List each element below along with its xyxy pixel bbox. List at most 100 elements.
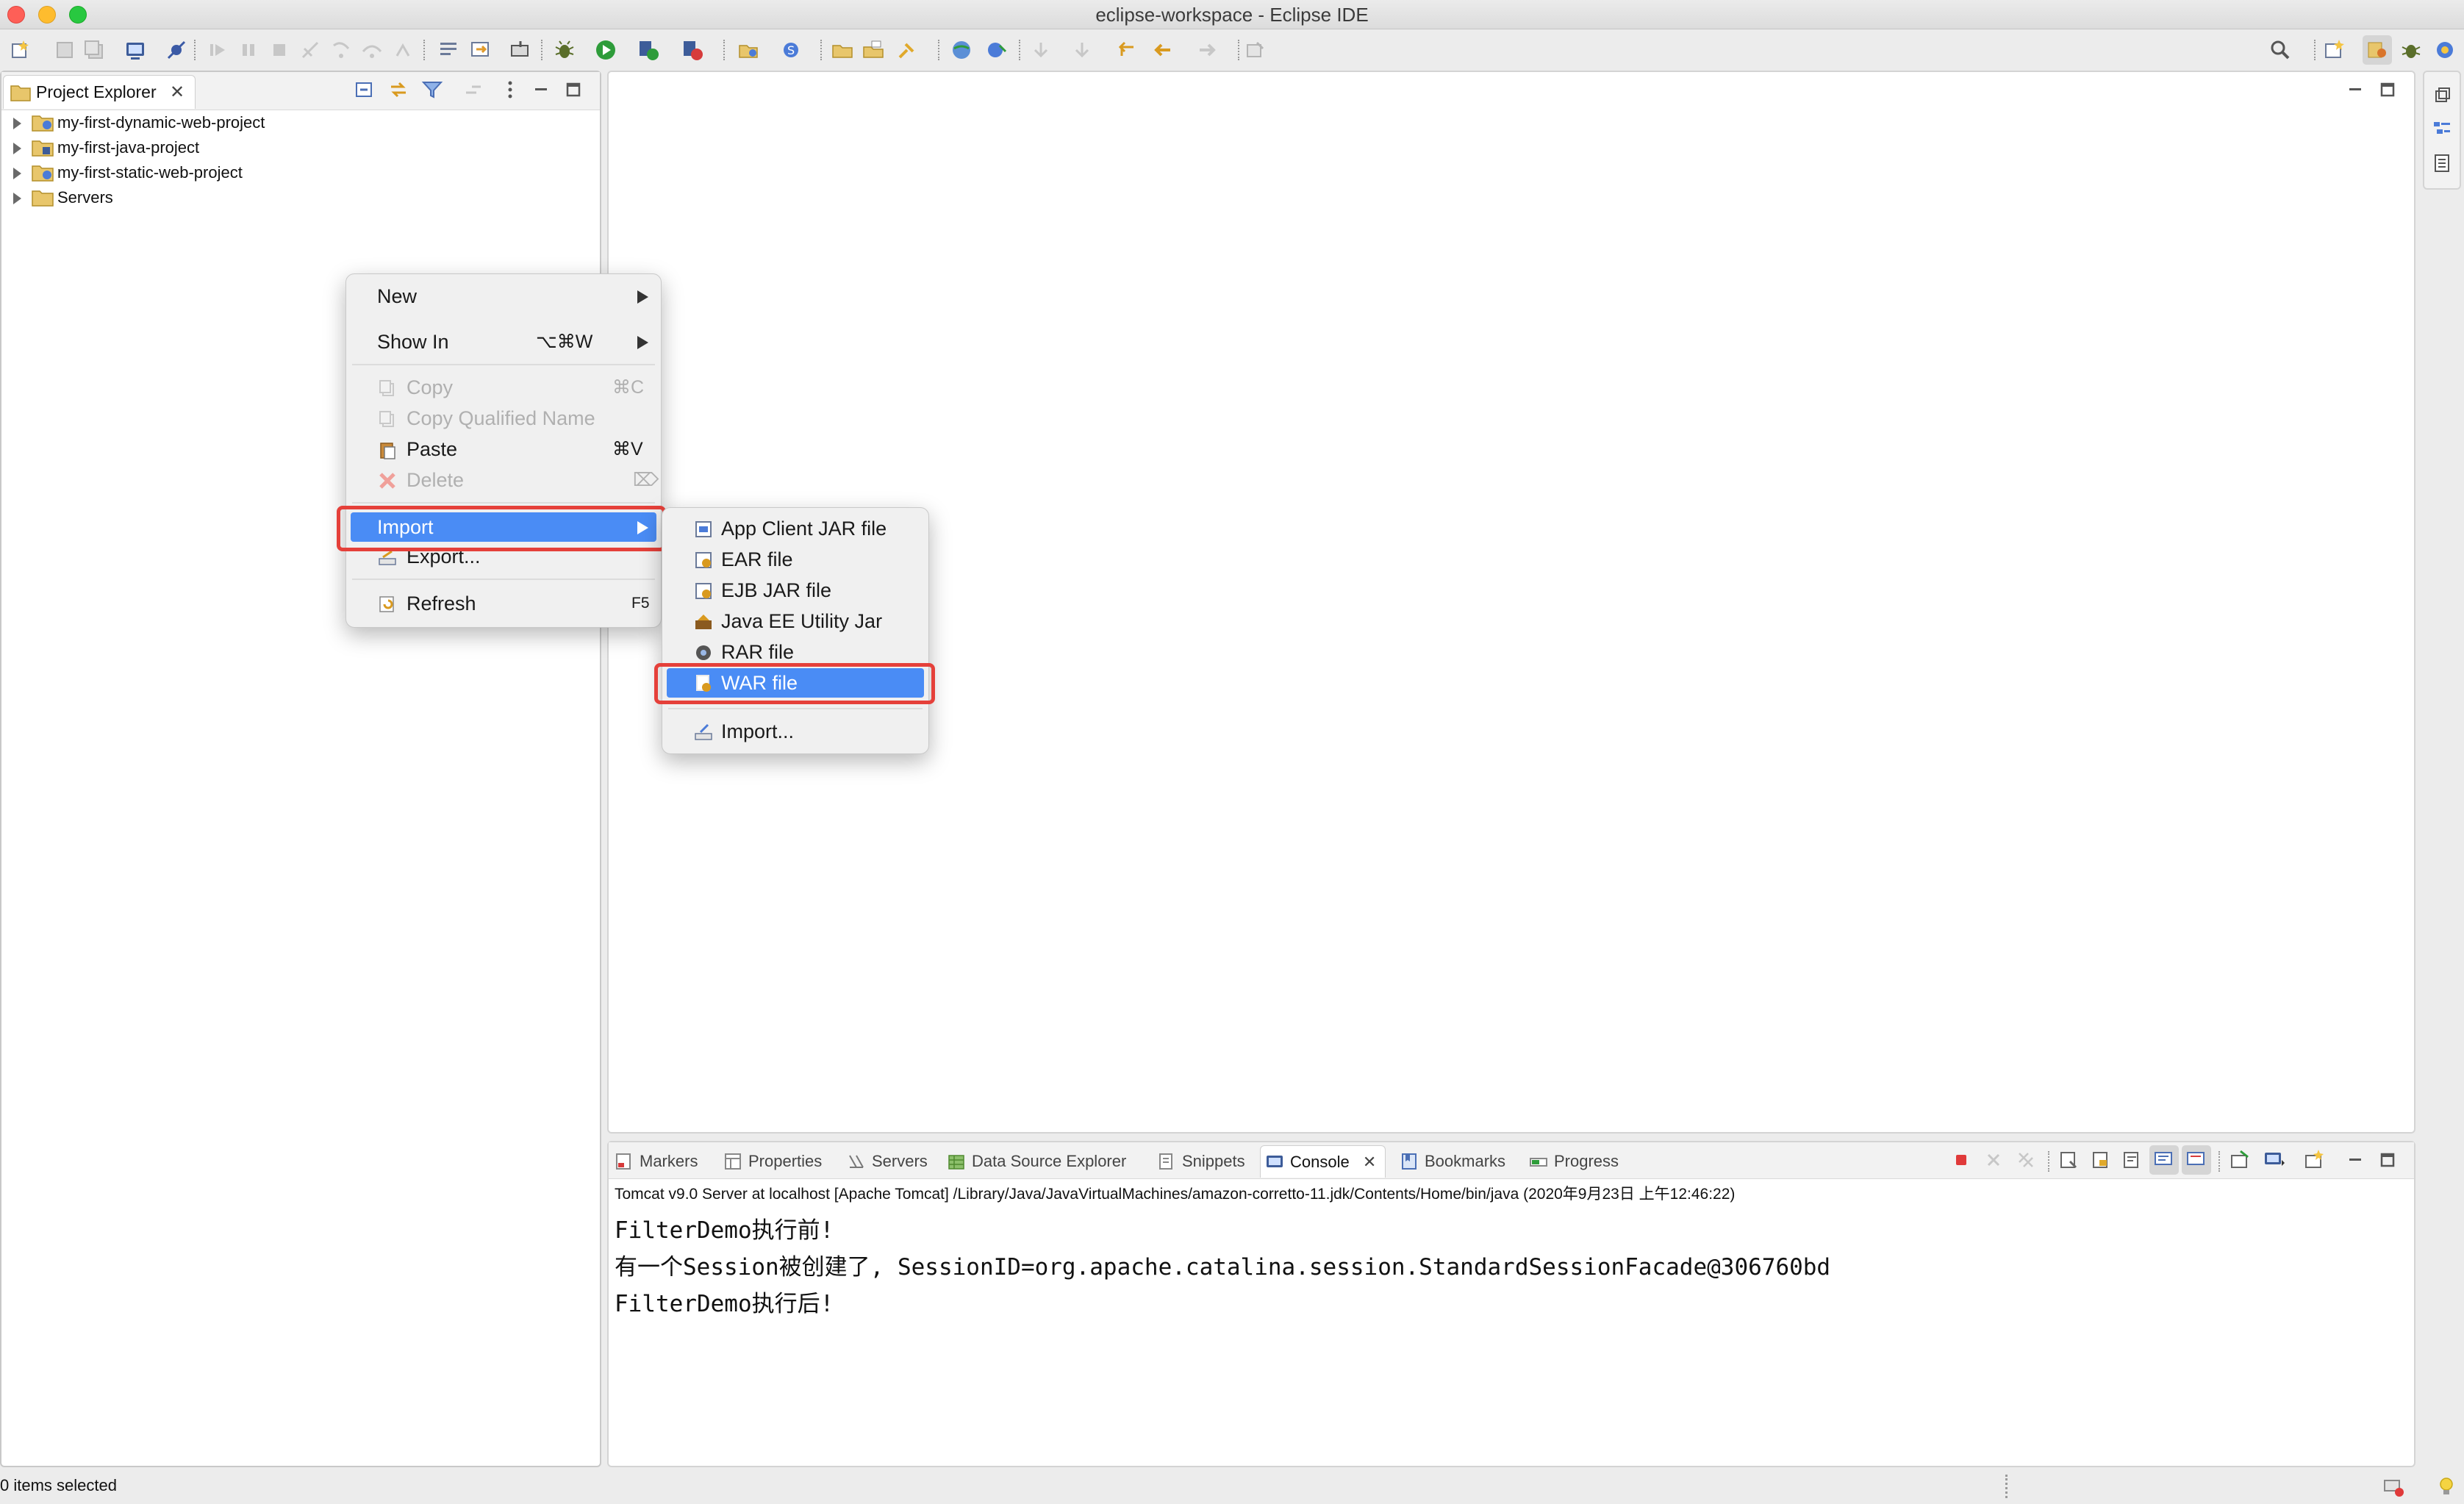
import-submenu: App Client JAR file EAR file EJB JAR fil… — [662, 507, 929, 754]
menu-item-delete[interactable]: Delete ⌦ — [351, 465, 659, 495]
main-toolbar: S — [0, 29, 2464, 71]
menu-item-new[interactable]: New — [351, 282, 656, 311]
menu-item-show-in[interactable]: Show In ⌥⌘W — [351, 327, 656, 357]
resume-icon[interactable] — [203, 35, 232, 65]
disconnect-icon[interactable] — [296, 35, 325, 65]
open-perspective-web-icon[interactable] — [947, 35, 976, 65]
forward-icon[interactable] — [1192, 35, 1222, 65]
display-selected-console-icon[interactable] — [2260, 1145, 2289, 1175]
filter-icon[interactable] — [418, 75, 447, 104]
git-perspective-icon[interactable] — [2430, 35, 2460, 65]
new-server-icon[interactable]: S — [778, 35, 807, 65]
close-icon[interactable]: ✕ — [1363, 1153, 1376, 1171]
menu-item-refresh[interactable]: Refresh F5 — [351, 589, 656, 618]
step-over-icon[interactable] — [357, 35, 387, 65]
svg-text:S: S — [787, 43, 795, 57]
maximize-view-icon[interactable] — [559, 75, 588, 104]
terminate-icon[interactable] — [265, 35, 294, 65]
pin-editor-icon[interactable] — [1241, 35, 1270, 65]
view-menu-icon[interactable] — [495, 75, 525, 104]
open-perspective-icon[interactable] — [2320, 35, 2349, 65]
debug-perspective-icon[interactable] — [2396, 35, 2426, 65]
background-tasks-icon[interactable] — [2379, 1472, 2408, 1501]
expand-arrow-icon[interactable] — [13, 193, 21, 204]
save-icon[interactable] — [50, 35, 79, 65]
toolbar-separator — [1019, 40, 1020, 60]
tab-project-explorer[interactable]: Project Explorer ✕ — [3, 75, 196, 109]
maximize-editor-icon[interactable] — [2373, 75, 2402, 104]
submenu-item-ear-file[interactable]: EAR file — [667, 545, 924, 574]
toolbar-separator — [820, 40, 822, 60]
pin-console-icon[interactable] — [2226, 1145, 2255, 1175]
task-list-icon[interactable] — [2427, 148, 2457, 178]
scroll-lock-icon[interactable] — [2086, 1145, 2116, 1175]
menu-item-shortcut: ⌥⌘W — [536, 332, 593, 352]
expand-arrow-icon[interactable] — [13, 118, 21, 129]
expand-arrow-icon[interactable] — [13, 168, 21, 179]
collapse-all-icon[interactable] — [350, 75, 379, 104]
submenu-item-ejb-jar[interactable]: EJB JAR file — [667, 576, 924, 605]
console-process-label: Tomcat v9.0 Server at localhost [Apache … — [615, 1186, 1736, 1203]
last-edit-icon[interactable] — [1111, 35, 1141, 65]
word-wrap-icon[interactable] — [2117, 1145, 2146, 1175]
menu-item-copy[interactable]: Copy ⌘C — [351, 373, 656, 402]
external-tools-icon[interactable] — [678, 35, 707, 65]
run-icon[interactable] — [591, 35, 620, 65]
restore-icon[interactable] — [2427, 81, 2457, 110]
open-folder-icon[interactable] — [828, 35, 857, 65]
clear-console-icon[interactable] — [2054, 1145, 2083, 1175]
step-into-icon[interactable] — [326, 35, 356, 65]
submenu-item-app-client-jar[interactable]: App Client JAR file — [667, 514, 924, 543]
submenu-item-import-wizard[interactable]: Import... — [667, 717, 924, 746]
open-task-icon[interactable] — [859, 35, 888, 65]
tip-lightbulb-icon[interactable] — [2432, 1472, 2461, 1501]
minimize-editor-icon[interactable] — [2341, 75, 2370, 104]
toolbar-separator — [2314, 40, 2316, 60]
maximize-view-icon[interactable] — [2373, 1145, 2402, 1175]
close-icon[interactable]: ✕ — [170, 82, 185, 102]
submenu-item-rar-file[interactable]: RAR file — [667, 637, 924, 667]
menu-item-paste[interactable]: Paste ⌘V — [351, 434, 656, 464]
search-web-icon[interactable] — [892, 35, 922, 65]
coverage-icon[interactable] — [634, 35, 663, 65]
console-output-line: 有一个Session被创建了, SessionID=org.apache.cat… — [615, 1254, 1831, 1281]
open-console-icon[interactable] — [2301, 1145, 2330, 1175]
menu-item-label: Paste — [407, 438, 458, 460]
tree-item-label: my-first-static-web-project — [57, 163, 243, 182]
use-step-filters-icon[interactable] — [434, 35, 463, 65]
toolbar-console-icon[interactable] — [506, 35, 535, 65]
back-icon[interactable] — [1148, 35, 1178, 65]
save-all-icon[interactable] — [79, 35, 109, 65]
new-java-project-icon[interactable] — [734, 35, 763, 65]
import-wizard-icon — [695, 723, 712, 740]
skip-breakpoints-icon[interactable] — [162, 35, 191, 65]
debug-icon[interactable] — [550, 35, 579, 65]
window-titlebar: eclipse-workspace - Eclipse IDE — [0, 0, 2464, 29]
link-with-editor-icon[interactable] — [384, 75, 413, 104]
minimize-view-icon[interactable] — [526, 75, 556, 104]
expand-arrow-icon[interactable] — [13, 143, 21, 154]
new-wizard-icon[interactable] — [6, 35, 35, 65]
remove-all-terminated-icon[interactable] — [2011, 1145, 2041, 1175]
minimize-view-icon[interactable] — [2341, 1145, 2370, 1175]
outline-icon[interactable] — [2427, 115, 2457, 144]
suspend-icon[interactable] — [234, 35, 263, 65]
open-type-icon[interactable] — [466, 35, 495, 65]
annotation-next-icon[interactable] — [982, 35, 1011, 65]
annotation-prev-icon[interactable] — [1026, 35, 1056, 65]
sync-icon[interactable] — [459, 75, 488, 104]
terminate-icon[interactable] — [1947, 1145, 1976, 1175]
show-console-on-output-icon[interactable] — [2149, 1145, 2179, 1175]
open-console-icon[interactable] — [121, 35, 150, 65]
step-return-icon[interactable] — [388, 35, 418, 65]
remove-launch-icon[interactable] — [1979, 1145, 2008, 1175]
submenu-item-java-ee-utility-jar[interactable]: Java EE Utility Jar — [667, 606, 924, 636]
java-ee-perspective-icon[interactable] — [2363, 35, 2392, 65]
status-separator — [2005, 1475, 2008, 1498]
tab-console[interactable]: Console ✕ — [1260, 1145, 1386, 1178]
console-output-line: FilterDemo执行后! — [615, 1291, 834, 1317]
menu-item-copy-qualified-name[interactable]: Copy Qualified Name — [351, 404, 656, 433]
search-icon[interactable] — [2266, 35, 2295, 65]
annotation-down-icon[interactable] — [1067, 35, 1097, 65]
show-console-on-error-icon[interactable] — [2182, 1145, 2211, 1175]
